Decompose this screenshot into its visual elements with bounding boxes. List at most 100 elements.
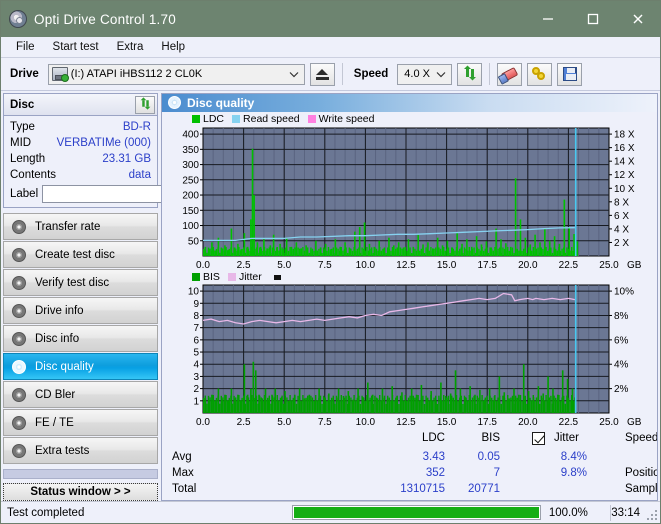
disc-icon xyxy=(12,416,26,430)
status-bar: Test completed 100.0% 33:14 xyxy=(1,501,660,523)
eject-button[interactable] xyxy=(310,63,335,86)
toolbar-separator xyxy=(489,63,490,85)
refresh-button[interactable] xyxy=(457,63,482,86)
disc-icon xyxy=(12,444,26,458)
svg-text:18 X: 18 X xyxy=(614,130,635,141)
position-stat-label: Position xyxy=(625,467,658,479)
sidebar-item-extra-tests[interactable]: Extra tests xyxy=(3,437,158,464)
svg-text:5.0: 5.0 xyxy=(277,260,291,271)
progress-percent: 100.0% xyxy=(541,502,611,523)
erase-icon xyxy=(501,67,518,82)
drive-label: Drive xyxy=(6,68,43,80)
svg-text:15.0: 15.0 xyxy=(437,260,457,271)
chevron-down-icon xyxy=(433,71,449,78)
sidebar-item-label: Transfer rate xyxy=(35,221,100,233)
disc-row-key: Type xyxy=(10,121,35,133)
tools-button[interactable] xyxy=(527,63,552,86)
erase-button[interactable] xyxy=(497,63,522,86)
chart-bottom: BIS Jitter 123456789102%4%6%8%10%0.02.55… xyxy=(162,271,657,428)
panel-header: Disc quality xyxy=(162,94,657,112)
sidebar-item-label: Create test disc xyxy=(35,249,115,261)
svg-text:4 X: 4 X xyxy=(614,224,629,235)
progress-fill xyxy=(294,507,538,518)
sidebar-item-cd-bler[interactable]: CD Bler xyxy=(3,381,158,408)
svg-text:GB: GB xyxy=(627,417,642,428)
page-title: Disc quality xyxy=(187,96,254,110)
window-title: Opti Drive Control 1.70 xyxy=(34,12,176,27)
disc-info-header: Disc xyxy=(4,94,157,116)
disc-row-value: 23.31 GB xyxy=(102,153,151,165)
stats-total-ldc: 1310715 xyxy=(382,483,445,495)
chart-bottom-canvas: 123456789102%4%6%8%10%0.02.55.07.510.012… xyxy=(162,283,657,435)
legend-item-bis: BIS xyxy=(192,271,220,283)
chart-top-legend: LDC Read speed Write speed xyxy=(162,113,375,126)
svg-text:20.0: 20.0 xyxy=(518,260,538,271)
status-window-button[interactable]: Status window > > xyxy=(3,483,158,501)
minimize-icon[interactable] xyxy=(525,1,570,37)
menu-file[interactable]: File xyxy=(8,39,43,55)
legend-label: LDC xyxy=(203,113,224,125)
legend-swatch xyxy=(232,115,240,123)
svg-text:400: 400 xyxy=(182,130,199,141)
sidebar-spacer xyxy=(3,469,158,479)
legend-swatch xyxy=(192,273,200,281)
resize-grip[interactable] xyxy=(647,510,657,520)
sidebar-item-label: Disc quality xyxy=(35,361,94,373)
svg-text:150: 150 xyxy=(182,206,199,217)
progress-bar xyxy=(292,505,540,520)
sidebar-item-label: Drive info xyxy=(35,305,84,317)
disc-info-rows: Type BD-R MID VERBATIMe (000) Length 23.… xyxy=(4,116,157,207)
refresh-icon xyxy=(139,97,152,113)
speed-select[interactable]: 4.0 X xyxy=(397,64,452,85)
svg-text:GB: GB xyxy=(627,260,642,271)
menu-extra[interactable]: Extra xyxy=(109,39,152,55)
disc-icon xyxy=(12,304,26,318)
svg-text:7.5: 7.5 xyxy=(318,260,332,271)
save-button[interactable] xyxy=(557,63,582,86)
legend-label: Jitter xyxy=(239,271,262,283)
sidebar-buttons: Transfer rate Create test disc Verify te… xyxy=(3,213,158,465)
svg-text:8: 8 xyxy=(193,311,199,322)
disc-row-key: MID xyxy=(10,137,31,149)
maximize-icon[interactable] xyxy=(570,1,615,37)
svg-text:10.0: 10.0 xyxy=(356,417,376,428)
sidebar-item-transfer-rate[interactable]: Transfer rate xyxy=(3,213,158,240)
svg-text:0.0: 0.0 xyxy=(196,417,210,428)
chart-top: LDC Read speed Write speed 5010015020025… xyxy=(162,112,657,271)
stats-header-ldc: LDC xyxy=(407,432,445,444)
svg-text:12.5: 12.5 xyxy=(396,417,416,428)
disc-icon xyxy=(12,220,26,234)
svg-text:350: 350 xyxy=(182,145,199,156)
svg-text:12.5: 12.5 xyxy=(396,260,416,271)
sidebar-item-disc-quality[interactable]: Disc quality xyxy=(3,353,158,380)
sidebar-item-verify-test-disc[interactable]: Verify test disc xyxy=(3,269,158,296)
sidebar-item-fe-te[interactable]: FE / TE xyxy=(3,409,158,436)
disc-info-title: Disc xyxy=(10,99,34,111)
legend-item-jitter: Jitter xyxy=(228,271,262,283)
svg-text:4: 4 xyxy=(193,360,199,371)
sidebar-item-create-test-disc[interactable]: Create test disc xyxy=(3,241,158,268)
menu-start-test[interactable]: Start test xyxy=(45,39,107,55)
disc-refresh-button[interactable] xyxy=(135,96,155,114)
jitter-marker-icon xyxy=(274,275,281,280)
jitter-checkbox[interactable] xyxy=(532,432,545,445)
svg-text:20.0: 20.0 xyxy=(518,417,538,428)
drive-select[interactable]: (I:) ATAPI iHBS112 2 CL0K xyxy=(48,64,305,85)
disc-row-key: Contents xyxy=(10,169,56,181)
stats-avg-bis: 0.05 xyxy=(452,451,500,463)
sidebar-item-disc-info[interactable]: Disc info xyxy=(3,325,158,352)
svg-text:0.0: 0.0 xyxy=(196,260,210,271)
speed-label: Speed xyxy=(350,68,393,80)
disc-row-key: Length xyxy=(10,153,45,165)
menu-help[interactable]: Help xyxy=(153,39,193,55)
svg-text:2.5: 2.5 xyxy=(237,260,251,271)
jitter-label: Jitter xyxy=(554,432,579,444)
svg-text:10: 10 xyxy=(188,287,200,298)
legend-label: Read speed xyxy=(243,113,300,125)
sidebar-item-drive-info[interactable]: Drive info xyxy=(3,297,158,324)
stats-max-bis: 7 xyxy=(452,467,500,479)
stats-panel: LDC BIS Jitter Avg 3.43 0.05 8.4% Max 35… xyxy=(162,428,657,500)
disc-icon xyxy=(12,276,26,290)
close-icon[interactable] xyxy=(615,1,660,37)
legend-label: BIS xyxy=(203,271,220,283)
